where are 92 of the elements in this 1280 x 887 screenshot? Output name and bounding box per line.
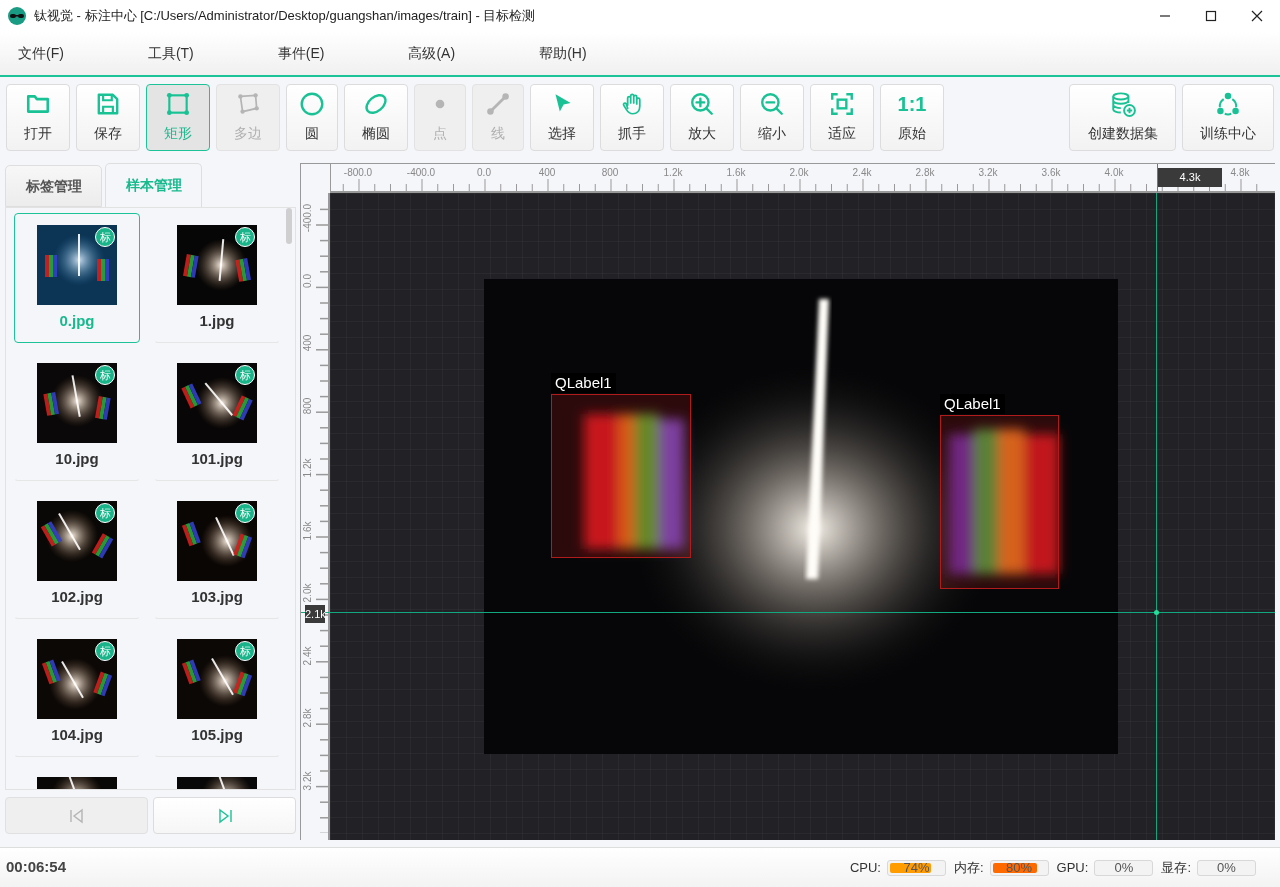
meter-label: CPU: — [849, 858, 881, 877]
ratio-icon: 1:1 — [897, 91, 927, 117]
ruler-label: 2.8k — [302, 707, 314, 730]
close-icon — [1251, 10, 1263, 22]
ruler-label: 0.0 — [302, 272, 314, 290]
ruler-label: 1.6k — [726, 166, 746, 180]
sample-name: 102.jpg — [51, 587, 103, 607]
ellipse-icon — [363, 91, 389, 117]
sample-name: 10.jpg — [55, 449, 99, 469]
ruler-label: 800 — [302, 396, 314, 416]
polygon-icon — [235, 91, 261, 117]
zoom-out-icon — [759, 91, 785, 117]
elapsed-time: 00:06:54 — [6, 857, 67, 878]
ruler-label: 4.0k — [1104, 166, 1124, 180]
tool-button[interactable]: 抓手 — [600, 84, 664, 151]
ruler-label: 3.2k — [978, 166, 998, 180]
sample-card[interactable]: 标 101.jpg — [154, 351, 280, 481]
ruler-label: 400 — [538, 166, 556, 180]
usage-meter: 80% — [989, 859, 1049, 876]
ruler-label: 2.0k — [302, 582, 314, 605]
annotation-label: QLabel1 — [940, 394, 1005, 414]
meter-label: GPU: — [1056, 858, 1089, 877]
usage-meter: 74% — [886, 859, 946, 876]
meter-label: 显存: — [1161, 858, 1191, 877]
ruler-label: 2.8k — [915, 166, 935, 180]
cursor-x-readout: 4.3k — [1158, 168, 1222, 187]
crosshair-point — [1154, 610, 1159, 615]
tool-button[interactable]: 缩小 — [740, 84, 804, 151]
ruler-label: 1.6k — [302, 520, 314, 542]
sample-card[interactable]: 标 102.jpg — [14, 489, 140, 619]
ruler-label: 2.4k — [302, 645, 314, 667]
circle-icon — [299, 91, 325, 117]
skip-back-icon — [68, 807, 85, 824]
sample-name: 103.jpg — [191, 587, 243, 607]
usage-meter: 0% — [1094, 859, 1154, 876]
rectangle-icon — [165, 91, 191, 117]
sample-card[interactable]: 标 103.jpg — [154, 489, 280, 619]
sample-card[interactable]: 标 1.jpg — [154, 213, 280, 343]
tool-button[interactable]: 适应 — [810, 84, 874, 151]
tool-button[interactable]: 放大 — [670, 84, 734, 151]
tool-button[interactable]: 打开 — [6, 84, 70, 151]
sample-card[interactable]: 标 105.jpg — [154, 627, 280, 757]
ruler-label: 3.6k — [1041, 166, 1061, 180]
maximize-icon — [1205, 10, 1217, 22]
fit-screen-icon — [829, 91, 855, 117]
ruler-label: 4.8k — [1230, 166, 1250, 180]
tool-button[interactable]: 椭圆 — [344, 84, 408, 151]
ruler-label: -400.0 — [406, 166, 436, 180]
ruler-label: 2.0k — [789, 166, 809, 180]
sample-name: 1.jpg — [199, 311, 235, 331]
menu-item[interactable]: 事件(E) — [267, 43, 335, 64]
annotation-box[interactable] — [940, 415, 1059, 589]
annotation-box[interactable] — [551, 394, 691, 558]
menu-item[interactable]: 工具(T) — [137, 43, 204, 64]
usage-meter: 0% — [1197, 859, 1256, 876]
window-title: 钛视觉 - 标注中心 [C:/Users/Administrator/Desktop/guangshan/images/train] - 目标检测 — [34, 7, 536, 26]
ruler-label: -800.0 — [343, 166, 373, 180]
menu-item[interactable]: 高级(A) — [398, 43, 466, 64]
ruler-label: 3.2k — [302, 770, 314, 792]
skip-forward-icon — [216, 807, 233, 824]
tool-button[interactable]: 训练中心 — [1182, 84, 1274, 151]
panel-tab[interactable]: 标签管理 — [5, 165, 102, 207]
menu-item[interactable]: 文件(F) — [8, 43, 74, 64]
tool-button[interactable]: 保存 — [76, 84, 140, 151]
sample-name: 105.jpg — [191, 725, 243, 745]
line-icon — [485, 91, 511, 117]
tool-button[interactable]: 选择 — [530, 84, 594, 151]
ruler-label: -400.0 — [302, 203, 314, 233]
ruler-label: 1.2k — [302, 457, 314, 480]
image-canvas[interactable]: QLabel1 QLabel1 — [330, 193, 1275, 840]
save-icon — [95, 91, 121, 117]
ruler-label: 0.0 — [477, 166, 491, 180]
ruler-label: 1.2k — [663, 166, 683, 180]
scrollbar[interactable] — [286, 208, 292, 244]
sample-name: 104.jpg — [51, 725, 103, 745]
sample-card[interactable]: 标 104.jpg — [14, 627, 140, 757]
menu-item[interactable]: 帮助(H) — [529, 43, 597, 64]
annotation-label: QLabel1 — [551, 373, 616, 393]
cycle-icon — [1215, 91, 1241, 117]
meter-label: 内存: — [953, 858, 984, 877]
ruler-label: 800 — [601, 166, 619, 180]
ruler-label: 400 — [302, 333, 314, 354]
tool-button[interactable]: 创建数据集 — [1069, 84, 1176, 151]
app-logo-icon — [8, 7, 26, 25]
sample-card[interactable]: 标 10.jpg — [14, 351, 140, 481]
sample-name: 0.jpg — [59, 311, 95, 331]
ruler-label: 2.4k — [852, 166, 872, 180]
tool-button[interactable]: 圆 — [286, 84, 338, 151]
sample-name: 101.jpg — [191, 449, 243, 469]
zoom-in-icon — [689, 91, 715, 117]
tool-button[interactable]: 1:1 原始 — [880, 84, 944, 151]
database-add-icon — [1109, 91, 1136, 117]
